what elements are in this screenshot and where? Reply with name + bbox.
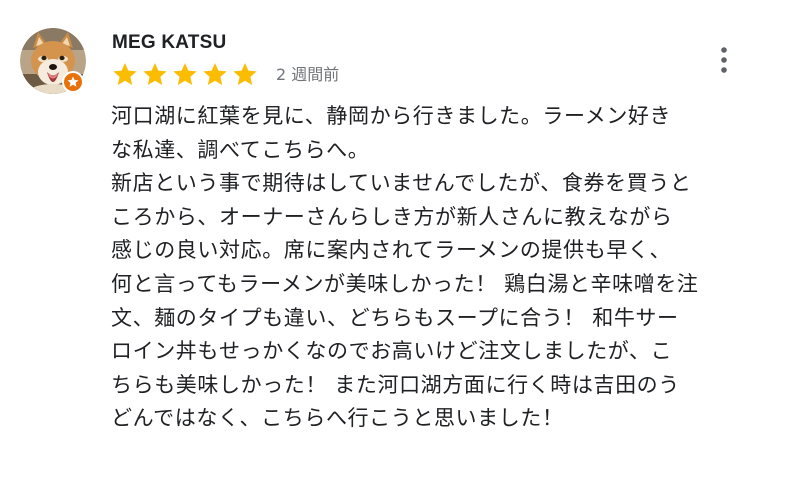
star-filled-icon [173, 63, 197, 86]
review-text-line: 新店という事で期待はしていませんでしたが、食券を買うと [111, 171, 692, 196]
review-text-line: 河口湖に紅葉を見に、静岡から行きました。ラーメン好き [111, 104, 672, 128]
reviewer-name-link[interactable]: MEG KATSU [112, 32, 226, 54]
review-card: MEG KATSU 2 週間前 河口湖に紅葉を見に、静岡から行きました。ラーメン… [0, 0, 786, 483]
review-text-line: ちらも美味しかった！ また河口湖方面に行く時は吉田のう [111, 372, 680, 397]
review-text-line: 文、麺のタイプも違い、どちらもスープに合う！ 和牛サー [111, 305, 679, 330]
local-guide-badge [62, 71, 84, 93]
star-filled-icon [143, 63, 167, 86]
review-date: 2 週間前 [276, 65, 340, 84]
review-text-line: 感じの良い対応。席に案内されてラーメンの提供も早く、 [111, 238, 672, 263]
review-text-line: どんではなく、こちらへ行こうと思いました！ [111, 406, 564, 431]
review-text-line: ころから、オーナーさんらしき方が新人さんに教えながら [111, 204, 673, 229]
local-guide-star-badge-icon [67, 76, 79, 87]
review-text: 河口湖に紅葉を見に、静岡から行きました。ラーメン好き な私達、調べてこちらへ。 … [111, 100, 771, 436]
star-filled-icon [233, 63, 257, 86]
reviewer-avatar-button[interactable] [20, 28, 86, 94]
star-rating [111, 61, 259, 89]
star-filled-icon [113, 63, 137, 86]
review-text-line: な私達、調べてこちらへ。 [111, 137, 370, 162]
more-vertical-icon [721, 47, 727, 73]
more-options-button[interactable] [708, 42, 740, 78]
review-text-line: 何と言ってもラーメンが美味しかった！ 鶏白湯と辛味噌を注 [111, 271, 699, 296]
review-text-line: ロイン丼もせっかくなのでお高いけど注文しましたが、こ [111, 339, 673, 364]
star-filled-icon [203, 63, 227, 86]
